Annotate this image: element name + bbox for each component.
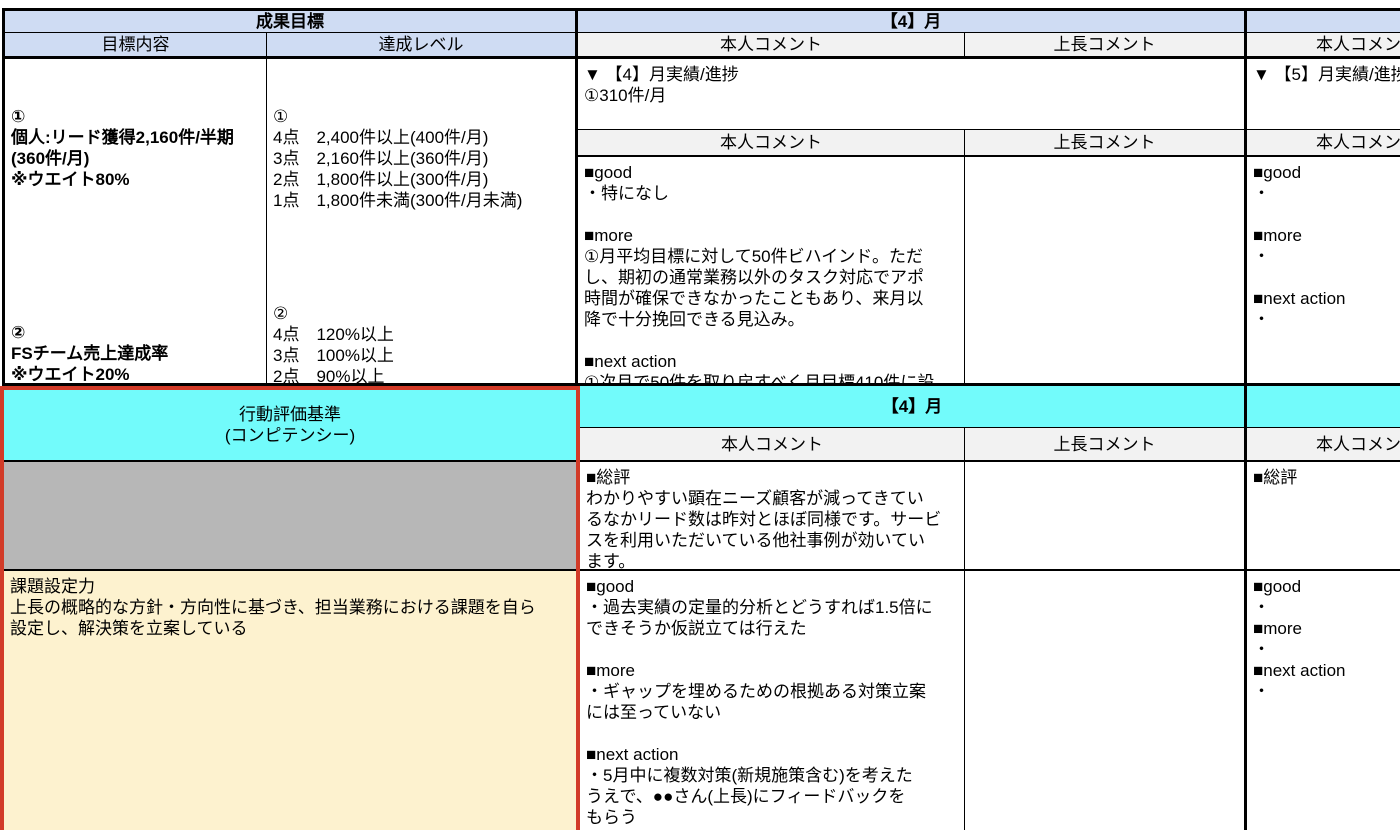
month4-header-cell[interactable]: 【4】月 [578, 8, 1247, 33]
competency-manager-comment-subheader-m4[interactable]: 上長コメント [965, 428, 1247, 462]
manager-comment-subheader2-m4[interactable]: 上長コメント [965, 130, 1247, 157]
self-comment-subheader-m4[interactable]: 本人コメント [578, 33, 965, 59]
competency-month4-header-cell[interactable]: 【4】月 [580, 386, 1247, 428]
self-comment-cell-m5[interactable]: ■good ・ ■more ・ ■next action ・ [1247, 157, 1400, 386]
achievement-level-subheader[interactable]: 達成レベル [267, 33, 578, 59]
goal-2-text: ② FSチーム売上達成率 ※ウエイト20% [11, 322, 260, 385]
goal-1-text: ① 個人:リード獲得2,160件/半期 (360件/月) ※ウエイト80% [11, 106, 260, 190]
result-goal-header-cell[interactable]: 成果目標 [2, 8, 578, 33]
progress-cell-m4[interactable]: ▼ 【4】月実績/進捗 ①310件/月 [578, 59, 1247, 130]
manager-comment-subheader-m4[interactable]: 上長コメント [965, 33, 1247, 59]
level-2-text: ② 4点 120%以上 3点 100%以上 2点 90%以上 1点 90未満 [273, 303, 569, 386]
overall-review-cell-m5[interactable]: ■総評 [1247, 462, 1400, 571]
self-comment-subheader2-m4[interactable]: 本人コメント [578, 130, 965, 157]
competency-self-comment-subheader-m5[interactable]: 本人コメント [1247, 428, 1400, 462]
manager-comment-cell-m4[interactable] [965, 157, 1247, 386]
progress-cell-m5-clipped[interactable]: ▼ 【5】月実績/進捗 [1247, 59, 1400, 130]
competency-month5-header-cell-clipped[interactable] [1247, 386, 1400, 428]
achievement-level-cell[interactable]: ① 4点 2,400件以上(400件/月) 3点 2,160件以上(360件/月… [267, 59, 578, 386]
month5-header-cell-clipped[interactable] [1247, 8, 1400, 33]
overall-review-manager-cell-m4[interactable] [965, 462, 1247, 571]
competency-self-comment-subheader-m4[interactable]: 本人コメント [580, 428, 965, 462]
competency-self-comment-cell-m5[interactable]: ■good ・ ■more ・ ■next action ・ [1247, 571, 1400, 830]
self-comment-cell-m4[interactable]: ■good ・特になし ■more ①月平均目標に対して50件ビハインド。ただ … [578, 157, 965, 386]
goal-content-subheader[interactable]: 目標内容 [2, 33, 267, 59]
self-comment-subheader-m5[interactable]: 本人コメント [1247, 33, 1400, 59]
overall-review-cell-m4[interactable]: ■総評 わかりやすい顕在ニーズ顧客が減ってきてい るなかリード数は昨対とほぼ同様… [580, 462, 965, 571]
goal-content-cell[interactable]: ① 個人:リード獲得2,160件/半期 (360件/月) ※ウエイト80% ② … [2, 59, 267, 386]
competency-self-comment-cell-m4[interactable]: ■good ・過去実績の定量的分析とどうすれば1.5倍に できそうか仮説立ては行… [580, 571, 965, 830]
evaluation-sheet: 成果目標 【4】月 目標内容 達成レベル 本人コメント 上長コメント 本人コメン… [0, 0, 1400, 830]
competency-item-cell[interactable]: 課題設定力 上長の概略的な方針・方向性に基づき、担当業務における課題を自ら 設定… [4, 571, 576, 830]
competency-title-cell[interactable]: 行動評価基準 (コンピテンシー) [4, 390, 576, 462]
competency-empty-gray-cell[interactable] [4, 462, 576, 571]
self-comment-subheader2-m5[interactable]: 本人コメント [1247, 130, 1400, 157]
level-1-text: ① 4点 2,400件以上(400件/月) 3点 2,160件以上(360件/月… [273, 106, 569, 211]
competency-manager-comment-cell-m4[interactable] [965, 571, 1247, 830]
